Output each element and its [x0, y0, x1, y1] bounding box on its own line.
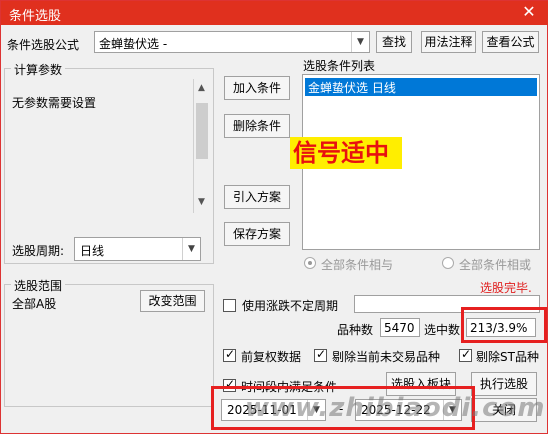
- params-scrollbar[interactable]: ▲ ▼: [193, 79, 210, 213]
- range-value: 全部A股: [12, 297, 57, 311]
- condition-stock-selection-window: 条件选股 ✕ 条件选股公式 金蝉蛰伏选 - ▼ 查找 用法注释 查看公式 计算参…: [0, 0, 548, 434]
- period-value: 日线: [80, 244, 105, 258]
- add-condition-button[interactable]: 加入条件: [224, 76, 290, 100]
- delete-condition-button[interactable]: 删除条件: [224, 114, 290, 138]
- calc-params-title: 计算参数: [11, 61, 66, 78]
- uncertain-period-checkbox[interactable]: [223, 299, 236, 312]
- close-icon[interactable]: ✕: [509, 1, 548, 25]
- logic-or-label: 全部条件相或: [459, 258, 532, 272]
- watermark: www.zhibiaodi.com: [245, 393, 546, 423]
- view-formula-button[interactable]: 查看公式: [482, 31, 539, 53]
- stock-count-value: 5470: [384, 321, 415, 335]
- signal-overlay-text: 信号适中: [293, 139, 389, 167]
- chevron-down-icon[interactable]: ▼: [182, 238, 200, 260]
- exclude-untraded-checkbox[interactable]: [314, 347, 327, 362]
- formula-value: 金蝉蛰伏选 -: [99, 37, 168, 51]
- adjust-label: 前复权数据: [241, 350, 302, 364]
- status-text: 选股完毕.: [480, 281, 532, 295]
- chevron-down-icon[interactable]: ▼: [351, 32, 369, 52]
- window-title: 条件选股: [9, 9, 62, 24]
- formula-dropdown[interactable]: 金蝉蛰伏选 - ▼: [94, 31, 370, 53]
- scroll-up-icon[interactable]: ▲: [198, 83, 205, 93]
- selected-count-label: 选中数: [424, 323, 461, 337]
- signal-overlay: 信号适中: [290, 137, 402, 169]
- save-scheme-button[interactable]: 保存方案: [224, 222, 290, 246]
- exclude-st-checkbox[interactable]: [459, 347, 472, 362]
- adjust-checkbox[interactable]: [223, 347, 236, 362]
- import-scheme-button[interactable]: 引入方案: [224, 185, 290, 209]
- uncertain-period-label: 使用涨跌不定周期: [242, 299, 339, 313]
- stock-count-label: 品种数: [337, 323, 374, 337]
- title-bar: 条件选股 ✕: [1, 1, 548, 25]
- list-item[interactable]: 金蝉蛰伏选 日线: [305, 78, 537, 96]
- scroll-down-icon[interactable]: ▼: [198, 197, 205, 207]
- no-params-text: 无参数需要设置: [12, 96, 97, 110]
- period-label: 选股周期:: [12, 244, 65, 258]
- period-dropdown[interactable]: 日线 ▼: [74, 237, 201, 261]
- range-group-title: 选股范围: [11, 277, 66, 294]
- exclude-st-label: 剔除ST品种: [476, 350, 539, 364]
- logic-or-radio[interactable]: [442, 257, 454, 269]
- formula-label: 条件选股公式: [7, 38, 80, 52]
- change-range-button[interactable]: 改变范围: [140, 290, 205, 312]
- exclude-untraded-label: 剔除当前未交易品种: [332, 350, 441, 364]
- highlight-box: [461, 307, 547, 343]
- find-button[interactable]: 查找: [376, 31, 412, 53]
- condition-list-title: 选股条件列表: [303, 59, 376, 73]
- stock-count-field: 5470: [380, 318, 420, 337]
- logic-and-radio[interactable]: [304, 257, 316, 269]
- logic-and-label: 全部条件相与: [321, 258, 394, 272]
- scroll-thumb[interactable]: [196, 103, 208, 159]
- usage-notes-button[interactable]: 用法注释: [421, 31, 476, 53]
- list-item-label: 金蝉蛰伏选 日线: [308, 81, 396, 95]
